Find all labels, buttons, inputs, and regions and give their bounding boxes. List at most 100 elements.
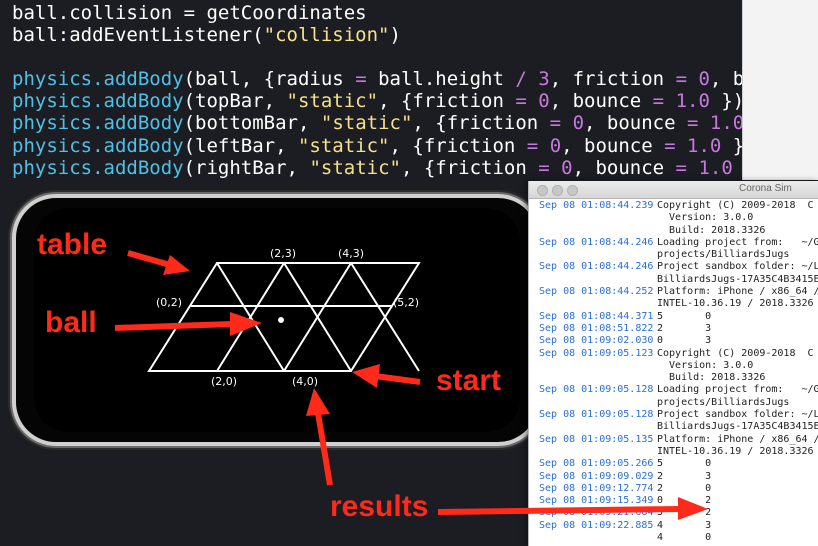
- log-message: 0 2: [657, 495, 712, 507]
- log-timestamp: Sep 08 01:09:05.128: [539, 384, 654, 396]
- code-token: =: [675, 157, 687, 179]
- log-message: Build: 2018.3326: [657, 224, 766, 236]
- log-timestamp: Sep 08 01:09:02.030: [539, 335, 654, 347]
- log-row: Sep 08 01:09:05.266 5 0: [539, 458, 818, 470]
- log-message: BilliardsJugs-17A35C4B3415E0: [657, 421, 818, 433]
- log-timestamp: Sep 08 01:09:15.349: [539, 495, 654, 507]
- log-message: Copyright (C) 2009-2018 C o: [657, 200, 818, 211]
- log-message: Project sandbox folder: ~/Li: [657, 261, 818, 273]
- code-token: , {friction: [400, 157, 539, 179]
- log-message: Version: 3.0.0: [657, 359, 754, 371]
- code-token: physics.addBody: [12, 90, 184, 112]
- code-token: 1.0: [675, 90, 710, 112]
- log-message: Loading project from: ~/Go: [657, 384, 818, 396]
- log-message: Loading project from: ~/Go: [657, 236, 818, 248]
- log-row: Sep 08 01:09:05.128 Loading project from:…: [539, 384, 818, 396]
- code-token: , bounce: [584, 112, 687, 134]
- code-token: , {friction: [412, 112, 550, 134]
- log-row: Sep 08 01:09:22.885 4 3: [539, 520, 818, 532]
- code-token: , bounce: [561, 135, 665, 157]
- table-outline: [147, 262, 421, 372]
- log-row: BilliardsJugs-17A35C4B3415E0: [539, 274, 818, 286]
- code-token: 0: [538, 90, 550, 112]
- code-token: , {friction: [389, 135, 527, 157]
- log-timestamp: Sep 08 01:08:44.252: [539, 286, 654, 298]
- log-message: 4 3: [657, 519, 712, 531]
- log-timestamp: Sep 08 01:08:44.246: [539, 261, 654, 273]
- code-line: ball.collision = getCoordinates: [12, 2, 367, 24]
- log-timestamp: Sep 08 01:08:51.822: [539, 322, 654, 334]
- code-token: =: [538, 157, 550, 179]
- log-timestamp: Sep 08 01:08:44.239: [539, 200, 654, 211]
- label-4-3: (4,3): [338, 247, 364, 260]
- log-row: INTEL-10.36.19 / 2018.3326 /: [539, 446, 818, 458]
- log-message: 5 0: [657, 310, 712, 322]
- code-token: 3: [538, 68, 550, 90]
- code-token: =: [686, 112, 699, 134]
- log-row: Sep 08 01:09:09.029 2 3: [539, 471, 818, 483]
- code-token: =: [526, 135, 539, 157]
- code-token: , friction: [549, 68, 676, 90]
- code-token: =: [664, 135, 676, 157]
- log-row: Build: 2018.3326: [539, 225, 818, 237]
- annotation-start: start: [436, 364, 502, 397]
- code-line: physics.addBody(leftBar, "static", {fric…: [12, 135, 756, 157]
- background-window: [742, 0, 818, 180]
- log-message: projects/BilliardsJugs: [657, 396, 790, 408]
- code-token: (bottomBar,: [183, 112, 321, 134]
- log-message: INTEL-10.36.19 / 2018.3326 /: [657, 298, 818, 310]
- log-row: Sep 08 01:08:44.371 5 0: [539, 311, 818, 323]
- console-window[interactable]: Corona Sim Sep 08 01:08:44.239 Copyright …: [528, 181, 818, 546]
- code-token: =: [355, 68, 367, 90]
- console-titlebar[interactable]: Corona Sim: [529, 181, 818, 199]
- log-row: Sep 08 01:09:12.774 2 0: [539, 483, 818, 495]
- log-row: Build: 2018.3326: [539, 372, 818, 384]
- log-timestamp: Sep 08 01:09:12.774: [539, 482, 654, 494]
- log-message: 5 0: [657, 458, 712, 470]
- annotation-table: table: [37, 228, 108, 261]
- code-token: "static": [309, 157, 401, 179]
- console-log: Sep 08 01:08:44.239 Copyright (C) 2009-20…: [539, 200, 818, 544]
- code-token: "static": [297, 135, 390, 157]
- code-token: 0: [572, 112, 585, 134]
- label-2-3: (2,3): [270, 247, 296, 260]
- log-row: Version: 3.0.0: [539, 212, 818, 224]
- code-token: (ball, {radius: [183, 68, 356, 90]
- code-token: (topBar,: [183, 90, 287, 112]
- log-message: Project sandbox folder: ~/Li: [657, 409, 818, 421]
- log-message: Platform: iPhone / x86_64 /: [657, 286, 818, 298]
- log-timestamp: Sep 08 01:09:05.135: [539, 433, 654, 445]
- code-token: ball.collision = getCoordinates: [12, 2, 367, 24]
- code-token: }): [709, 90, 745, 112]
- log-row: BilliardsJugs-17A35C4B3415E0: [539, 421, 818, 433]
- code-token: (leftBar,: [183, 135, 298, 157]
- code-line: physics.addBody(ball, {radius = ball.hei…: [12, 68, 767, 90]
- log-message: 4 0: [657, 532, 712, 544]
- log-row: Sep 08 01:09:21.684 5 2: [539, 507, 818, 519]
- log-row: Sep 08 01:09:05.135 Platform: iPhone / x8…: [539, 434, 818, 446]
- code-token: "collision": [263, 24, 390, 46]
- code-token: "static": [286, 90, 379, 112]
- log-message: Platform: iPhone / x86_64 /: [657, 433, 818, 445]
- minimize-icon[interactable]: [552, 185, 563, 196]
- label-5-2: (5,2): [393, 296, 419, 309]
- zoom-icon[interactable]: [567, 185, 578, 196]
- log-timestamp: Sep 08 01:09:09.029: [539, 470, 654, 482]
- log-row: Version: 3.0.0: [539, 360, 818, 372]
- code-token: "static": [320, 112, 413, 134]
- log-timestamp: Sep 08 01:08:44.246: [539, 236, 654, 248]
- log-row: Sep 08 01:08:44.246 Project sandbox folde…: [539, 261, 818, 273]
- code-line: physics.addBody(rightBar, "static", {fri…: [12, 157, 767, 179]
- code-token: 1.0: [709, 112, 745, 134]
- code-token: =: [652, 90, 665, 112]
- close-icon[interactable]: [537, 185, 548, 196]
- code-token: 0: [561, 157, 573, 179]
